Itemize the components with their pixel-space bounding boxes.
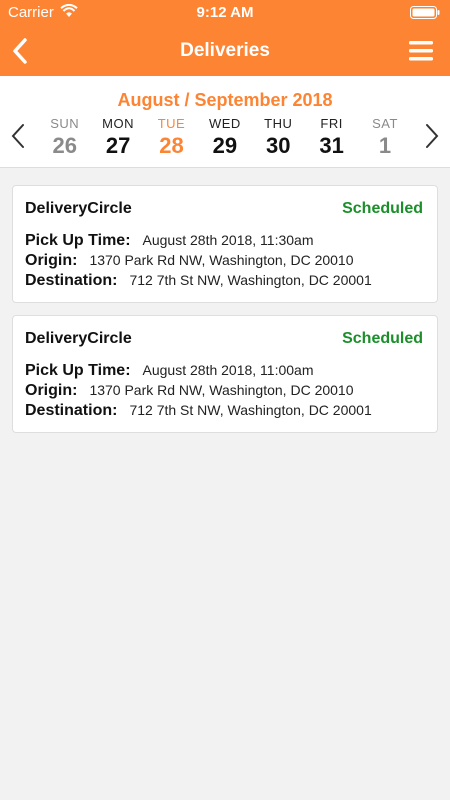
day-name: FRI — [320, 116, 343, 131]
pickup-row: Pick Up Time: August 28th 2018, 11:30am — [25, 232, 314, 250]
status-badge: Scheduled — [342, 200, 423, 217]
day-number: 26 — [52, 133, 77, 158]
day-mon[interactable]: MON 27 — [91, 116, 144, 159]
day-name: SAT — [372, 116, 398, 131]
delivery-card[interactable]: DeliveryCircle Scheduled Pick Up Time: A… — [12, 315, 438, 433]
destination-label: Destination: — [25, 272, 118, 289]
day-number: 29 — [212, 133, 238, 158]
chevron-left-icon — [11, 124, 24, 148]
origin-address: 1370 Park Rd NW, Washington, DC 20010 — [89, 382, 354, 398]
status-bar: Carrier 9:12 AM — [0, 0, 450, 26]
day-name: THU — [264, 116, 293, 131]
day-number: 27 — [105, 133, 131, 158]
destination-address: 712 7th St NW, Washington, DC 20001 — [129, 402, 372, 418]
day-number: 31 — [319, 133, 344, 158]
day-wed[interactable]: WED 29 — [198, 116, 251, 159]
hamburger-icon — [409, 41, 433, 61]
status-badge: Scheduled — [342, 330, 423, 347]
day-fri[interactable]: FRI 31 — [305, 116, 358, 159]
chevron-right-icon — [426, 124, 439, 148]
origin-label: Origin: — [25, 382, 78, 399]
day-number: 1 — [378, 133, 392, 158]
battery-icon — [410, 6, 440, 23]
week-calendar: August / September 2018 SUN 26 MON 27 TU… — [0, 76, 450, 168]
day-name: WED — [208, 116, 241, 131]
previous-week-button[interactable] — [8, 122, 30, 150]
origin-row: Origin: 1370 Park Rd NW, Washington, DC … — [25, 382, 354, 400]
day-thu[interactable]: THU 30 — [252, 116, 305, 159]
day-sat[interactable]: SAT 1 — [358, 116, 411, 159]
origin-address: 1370 Park Rd NW, Washington, DC 20010 — [89, 252, 354, 268]
day-name: SUN — [50, 116, 80, 131]
day-tue-selected[interactable]: TUE 28 — [145, 116, 198, 159]
clock-time: 9:12 AM — [196, 4, 254, 21]
pickup-time: August 28th 2018, 11:30am — [142, 232, 314, 248]
company-name: DeliveryCircle — [25, 330, 132, 347]
pickup-label: Pick Up Time: — [25, 232, 131, 249]
destination-row: Destination: 712 7th St NW, Washington, … — [25, 272, 372, 290]
day-name: TUE — [157, 116, 186, 131]
day-number: 30 — [266, 133, 291, 158]
destination-row: Destination: 712 7th St NW, Washington, … — [25, 402, 372, 420]
day-number: 28 — [159, 133, 184, 158]
company-name: DeliveryCircle — [25, 200, 132, 217]
pickup-row: Pick Up Time: August 28th 2018, 11:00am — [25, 362, 314, 380]
delivery-card[interactable]: DeliveryCircle Scheduled Pick Up Time: A… — [12, 185, 438, 303]
pickup-time: August 28th 2018, 11:00am — [142, 362, 314, 378]
origin-row: Origin: 1370 Park Rd NW, Washington, DC … — [25, 252, 354, 270]
next-week-button[interactable] — [420, 122, 442, 150]
menu-button[interactable] — [408, 40, 434, 62]
destination-label: Destination: — [25, 402, 118, 419]
destination-address: 712 7th St NW, Washington, DC 20001 — [129, 272, 372, 288]
day-name: MON — [102, 116, 134, 131]
day-sun[interactable]: SUN 26 — [38, 116, 91, 159]
page-title: Deliveries — [180, 40, 270, 61]
day-row: SUN 26 MON 27 TUE 28 WED 29 THU 30 FRI 3… — [38, 116, 412, 159]
pickup-label: Pick Up Time: — [25, 362, 131, 379]
origin-label: Origin: — [25, 252, 78, 269]
month-label: August / September 2018 — [117, 90, 333, 110]
nav-bar: Deliveries — [0, 26, 450, 76]
